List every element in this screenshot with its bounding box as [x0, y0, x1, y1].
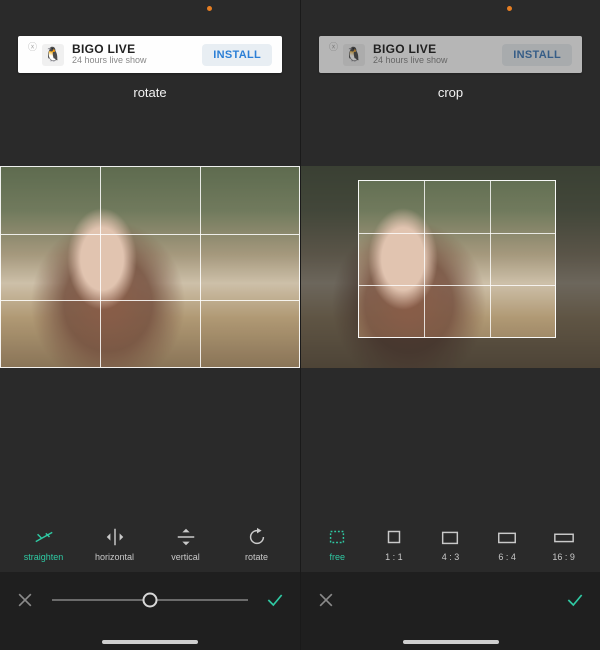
rotate-icon	[246, 526, 268, 548]
aspect-4-3[interactable]: 4 : 3	[426, 526, 474, 562]
check-icon	[265, 590, 285, 610]
flip-vertical-icon	[175, 526, 197, 548]
mode-label: crop	[301, 85, 600, 100]
tool-label: vertical	[171, 552, 200, 562]
recording-indicator-icon	[507, 6, 512, 11]
aspect-1-1[interactable]: 1 : 1	[370, 526, 418, 562]
ad-close-icon[interactable]: ⓧ	[28, 43, 37, 52]
tool-label: free	[330, 552, 346, 562]
cancel-button[interactable]	[313, 587, 339, 613]
ad-app-icon: 🐧	[343, 44, 365, 66]
tool-flip-vertical[interactable]: vertical	[162, 526, 210, 562]
check-icon	[565, 590, 585, 610]
recording-indicator-icon	[207, 6, 212, 11]
aspect-6-4[interactable]: 6 : 4	[483, 526, 531, 562]
close-icon	[316, 590, 336, 610]
slider-thumb[interactable]	[143, 593, 158, 608]
tool-label: horizontal	[95, 552, 134, 562]
cancel-button[interactable]	[12, 587, 38, 613]
aspect-free-icon	[326, 526, 348, 548]
rule-of-thirds-grid	[0, 166, 300, 368]
home-indicator[interactable]	[403, 640, 499, 644]
close-icon	[15, 590, 35, 610]
ad-subtitle: 24 hours live show	[373, 56, 502, 66]
ad-banner[interactable]: ⓧ 🐧 BIGO LIVE 24 hours live show INSTALL	[18, 36, 282, 73]
aspect-1-1-icon	[383, 526, 405, 548]
tool-straighten[interactable]: straighten	[20, 526, 68, 562]
confirm-button[interactable]	[562, 587, 588, 613]
aspect-4-3-icon	[439, 526, 461, 548]
ad-install-button[interactable]: INSTALL	[502, 44, 572, 66]
rotate-screen: ⓧ 🐧 BIGO LIVE 24 hours live show INSTALL…	[0, 0, 300, 650]
confirm-button[interactable]	[262, 587, 288, 613]
tool-label: 6 : 4	[498, 552, 516, 562]
ad-app-icon: 🐧	[42, 44, 64, 66]
aspect-16-9-icon	[553, 526, 575, 548]
crop-region[interactable]	[358, 180, 556, 338]
straighten-slider[interactable]	[52, 590, 248, 610]
ad-close-icon[interactable]: ⓧ	[329, 43, 338, 52]
tool-label: 4 : 3	[442, 552, 460, 562]
aspect-16-9[interactable]: 16 : 9	[540, 526, 588, 562]
tool-label: 16 : 9	[552, 552, 575, 562]
image-canvas[interactable]	[301, 166, 600, 368]
tool-label: rotate	[245, 552, 268, 562]
crop-aspect-row: free 1 : 1 4 : 3 6 : 4 16 : 9	[301, 526, 600, 572]
ad-install-button[interactable]: INSTALL	[202, 44, 272, 66]
mode-label: rotate	[0, 85, 300, 100]
aspect-6-4-icon	[496, 526, 518, 548]
image-canvas[interactable]	[0, 166, 300, 368]
home-indicator[interactable]	[102, 640, 198, 644]
tool-flip-horizontal[interactable]: horizontal	[91, 526, 139, 562]
tool-rotate[interactable]: rotate	[233, 526, 281, 562]
bottom-bar	[301, 572, 600, 650]
tool-label: 1 : 1	[385, 552, 403, 562]
aspect-free[interactable]: free	[313, 526, 361, 562]
bottom-bar	[0, 572, 300, 650]
tool-label: straighten	[24, 552, 64, 562]
rotate-tool-row: straighten horizontal vertical rotate	[0, 526, 300, 572]
flip-horizontal-icon	[104, 526, 126, 548]
straighten-icon	[33, 526, 55, 548]
ad-subtitle: 24 hours live show	[72, 56, 202, 66]
crop-screen: ⓧ 🐧 BIGO LIVE 24 hours live show INSTALL…	[300, 0, 600, 650]
ad-banner[interactable]: ⓧ 🐧 BIGO LIVE 24 hours live show INSTALL	[319, 36, 582, 73]
